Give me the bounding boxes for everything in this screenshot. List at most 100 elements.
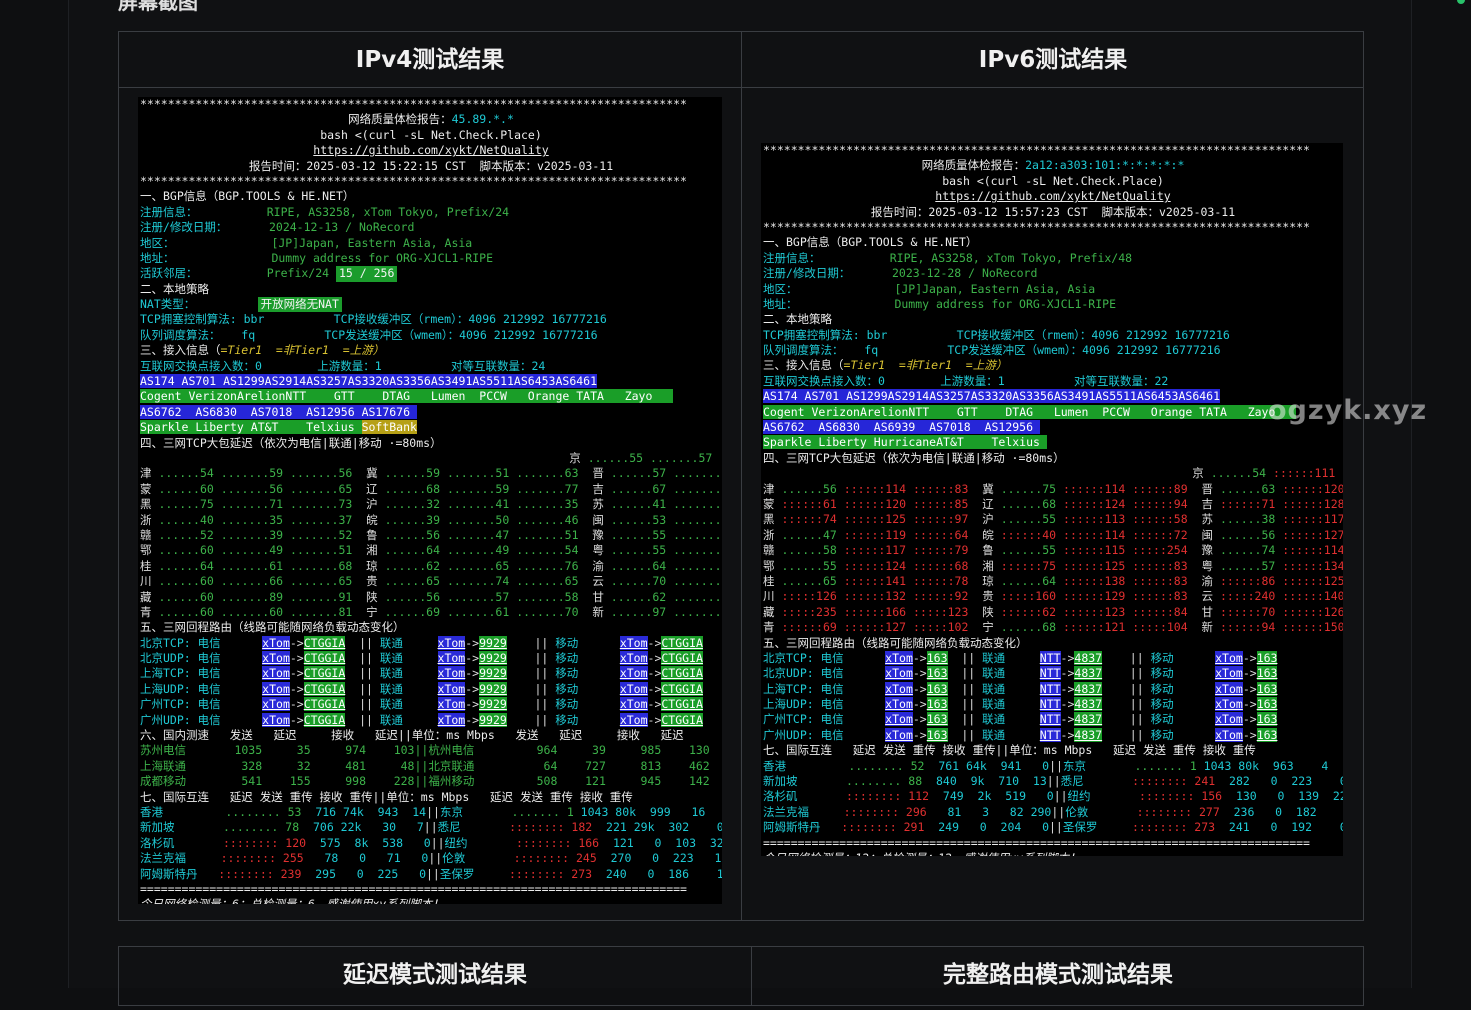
latency-row: 藏 :::::235 ::::::166 :::::123 陕 ::::::62… — [763, 604, 1343, 619]
latency-row: 青 ::::::69 ::::::127 :::::102 宁 ......68… — [763, 620, 1343, 635]
route-hop: NTT — [1039, 666, 1061, 681]
as-chip: AS174 — [763, 389, 805, 404]
route-row: 北京UDP: 电信 xTom->CTGGIA || 联通 xTom->9929 … — [140, 651, 703, 666]
as-chip: AS2914 — [887, 389, 930, 404]
latency-row: 黑 ::::::74 ::::::125 ::::::97 沪 ......55… — [763, 512, 1343, 527]
terminal-line: 地区： [JP]Japan, Eastern Asia, Asia — [761, 282, 1343, 297]
region-label: 地区： — [763, 281, 798, 296]
date-value: 2024-12-13 / NoRecord — [268, 220, 415, 235]
terminal-line: ========================================… — [138, 882, 722, 897]
route-hop: CTGGIA — [303, 635, 346, 650]
as-chip: AS6453 — [513, 374, 556, 389]
reg-value: RIPE, AS3258, xTom Tokyo, Prefix/48 — [889, 250, 1133, 265]
section-heading: 屏幕截图 — [118, 0, 198, 14]
route-label: 广州TCP: 电信 — [763, 712, 844, 727]
terminal-line: https://github.com/xykt/NetQuality — [138, 143, 722, 158]
route-hop: xTom — [1215, 697, 1243, 712]
tcp-rmem: TCP接收缓冲区（rmem）：4096 212992 16777216 — [333, 312, 607, 327]
nat-label: NAT类型： — [140, 297, 196, 312]
terminal-line: 互联网交换点接入数：0 上游数量：1 对等互联数量：22 — [761, 374, 1343, 389]
terminal-line: ========================================… — [761, 836, 1343, 851]
terminal-line: bash <(curl -sL Net.Check.Place) — [761, 174, 1343, 189]
as-chip: AS6762 — [140, 404, 196, 419]
terminal-line: 七、国际互连 延迟 发送 重传 接收 重传||单位：ms Mbps 延迟 发送 … — [761, 743, 1343, 758]
latency-row: 藏 ......60 .......89 .......91 陕 ......5… — [140, 589, 722, 604]
route-hop: xTom — [1215, 666, 1243, 681]
as-name-chip: Arelion — [236, 389, 286, 404]
route-hop: CTGGIA — [661, 697, 703, 712]
local-heading: 二、本地策略 — [763, 312, 832, 327]
neighbor-label: 活跃邻居： — [140, 266, 198, 281]
route-hop: xTom — [1215, 681, 1243, 696]
latency-row: 桂 ......65 ::::::141 ::::::78 琼 ......64… — [763, 573, 1343, 588]
route-hop: 163 — [926, 681, 948, 696]
separator-stars: ****************************************… — [763, 219, 1310, 234]
route-hop: xTom — [262, 697, 290, 712]
watermark: ogzyk.xyz — [1268, 395, 1428, 426]
report-ip: 2a12:a303:101:*:*:*:*:* — [1025, 158, 1185, 173]
route-hop: xTom — [619, 681, 648, 696]
route-row: 北京TCP: 电信 xTom->CTGGIA || 联通 xTom->9929 … — [140, 635, 703, 650]
route-isp: 联通 — [982, 712, 1006, 727]
route-hop: CTGGIA — [661, 666, 703, 681]
route-hop: CTGGIA — [661, 681, 703, 696]
route-hop: 4837 — [1074, 681, 1103, 696]
as-chip: AS6461 — [1178, 389, 1221, 404]
report-command: bash <(curl -sL Net.Check.Place) — [942, 173, 1164, 188]
tcp-rmem: TCP接收缓冲区（rmem）：4096 212992 16777216 — [956, 327, 1230, 342]
as-name-chip: Verizon — [811, 404, 860, 419]
full-route-mode-header: 完整路由模式测试结果 — [943, 962, 1173, 988]
as-chip: AS3491 — [430, 374, 473, 389]
reg-label: 注册信息： — [140, 204, 198, 219]
terminal-line: 今日网络检测量：12；总检测量：12。感谢使用xy系列脚本！ — [761, 851, 1343, 856]
as-name-chip: GTT — [956, 404, 1006, 419]
repo-link: https://github.com/xykt/NetQuality — [935, 189, 1171, 204]
region-value: [JP]Japan, Eastern Asia, Asia — [894, 281, 1096, 296]
bgp-heading: 一、BGP信息（BGP.TOOLS & HE.NET） — [763, 235, 978, 250]
route-hop: xTom — [262, 681, 290, 696]
route-hop: xTom — [885, 697, 913, 712]
intl-row: 洛杉矶 :::::::: 112 749 2k 519 0||纽约 ::::::… — [763, 789, 1343, 804]
report-footer: 今日网络检测量：6；总检测量：6。感谢使用xy系列脚本！ — [140, 897, 444, 904]
as-chip: AS17676 — [361, 404, 417, 419]
route-isp: 联通 — [379, 651, 403, 666]
reg-label: 注册信息： — [763, 250, 821, 265]
terminal-line: Sparkle Liberty AT&T Telxius SoftBank — [138, 420, 722, 435]
route-hop: xTom — [885, 650, 913, 665]
route-isp: 移动 — [555, 666, 579, 681]
route-hop: 163 — [926, 650, 948, 665]
as-name-chip: Lumen — [1053, 404, 1103, 419]
neighbor-prefix: Prefix/24 — [266, 266, 330, 281]
addr-value: Dummy address for ORG-XJCL1-RIPE — [894, 296, 1116, 311]
report-title: 网络质量体检报告： — [921, 158, 1026, 173]
as-chip: AS6453 — [1136, 389, 1179, 404]
route-isp: 联通 — [982, 697, 1006, 712]
latency-mode-header: 延迟模式测试结果 — [343, 962, 527, 988]
latency-row: 津 ......56 ::::::114 ::::::83 冀 ......75… — [763, 481, 1343, 496]
route-hop: CTGGIA — [661, 712, 703, 727]
date-label: 注册/修改日期： — [763, 266, 851, 281]
domestic-row-text: 苏州电信 1035 35 974 103||杭州电信 964 39 985 13… — [140, 743, 710, 758]
route-label: 北京UDP: 电信 — [140, 651, 221, 666]
separator-stars: ****************************************… — [140, 173, 687, 188]
bgp-heading: 一、BGP信息（BGP.TOOLS & HE.NET） — [140, 189, 355, 204]
as-chip: AS3320 — [347, 374, 390, 389]
as-chip: AS174 — [140, 374, 182, 389]
header-divider — [119, 87, 1363, 88]
region-value: [JP]Japan, Eastern Asia, Asia — [271, 235, 473, 250]
route-hop: xTom — [437, 651, 466, 666]
terminal-line: TCP拥塞控制算法: bbr TCP接收缓冲区（rmem）：4096 21299… — [761, 328, 1343, 343]
separator-rule: ========================================… — [140, 881, 687, 896]
queue-sched: 队列调度算法： fq — [763, 343, 879, 358]
separator-rule: ========================================… — [763, 835, 1310, 850]
route-row: 上海TCP: 电信 xTom->CTGGIA || 联通 xTom->9929 … — [140, 666, 703, 681]
terminal-line: 注册/修改日期： 2024-12-13 / NoRecord — [138, 220, 722, 235]
intl-row: 香港 ........ 53 716 74k 943 14||东京 ......… — [140, 804, 706, 819]
access-heading: 三、接入信息（ — [763, 358, 844, 373]
route-isp: 联通 — [379, 666, 403, 681]
terminal-line: 注册/修改日期： 2023-12-28 / NoRecord — [761, 266, 1343, 281]
route-hop: NTT — [1039, 697, 1061, 712]
as-name-chip: Sparkle — [140, 420, 196, 435]
report-time: 报告时间：2025-03-12 15:22:15 CST 脚本版本：v2025-… — [248, 158, 614, 173]
as-chip: AS2914 — [264, 374, 307, 389]
